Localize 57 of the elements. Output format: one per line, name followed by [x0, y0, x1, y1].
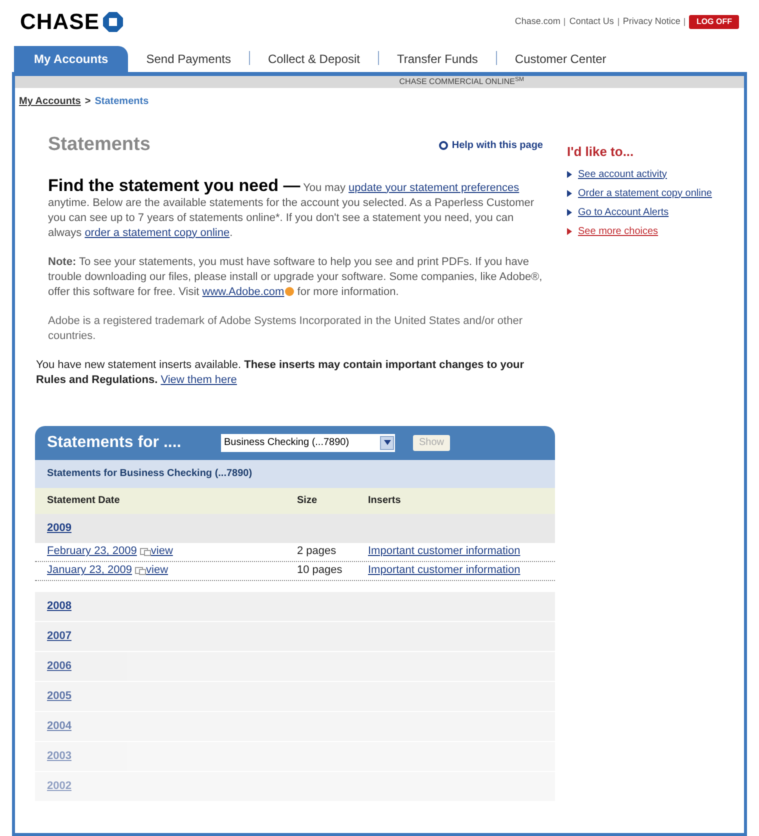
intro-paragraph: Find the statement you need — You may update your statement preferences anytime. Below are the available statements for the account you selected. As a Paperless Customer you can see up to 7 years of statements online*. If you don't see a statement you need, you can always order a statement copy online. [48, 178, 536, 240]
header-link[interactable]: Contact Us [569, 14, 614, 28]
sidebar-title: I'd like to... [567, 143, 635, 161]
nav-tab[interactable]: Collect & Deposit [250, 46, 378, 72]
octagon-logo-icon [102, 12, 123, 32]
year-link[interactable]: 2005 [47, 688, 72, 704]
document-icon [135, 566, 146, 574]
nav-tab[interactable]: My Accounts [14, 46, 128, 72]
breadcrumb-link[interactable]: My Accounts [19, 94, 81, 109]
breadcrumb-current: Statements [94, 95, 149, 109]
text-link[interactable]: update your statement preferences [348, 182, 520, 194]
arrow-icon [567, 190, 572, 196]
year-link[interactable]: 2006 [47, 658, 72, 674]
inserts-link[interactable]: Important customer information [368, 543, 520, 560]
sidebar-link[interactable]: Go to Account Alerts [578, 204, 669, 220]
arrow-icon [567, 228, 572, 234]
column-header: Size [297, 494, 318, 508]
text-link[interactable]: order a statement copy online [84, 226, 230, 238]
page-title: Statements [48, 133, 150, 157]
view-link[interactable]: view [150, 543, 173, 560]
view-link[interactable]: view [146, 562, 168, 579]
sidebar-link[interactable]: See account activity [578, 166, 667, 182]
sidebar-link[interactable]: See more choices [578, 224, 658, 238]
logoff-button[interactable]: LOG OFF [689, 14, 739, 28]
column-header: Statement Date [47, 494, 121, 508]
year-link[interactable]: 2009 [47, 520, 72, 536]
panel-subtitle: Statements for Business Checking (...7890) [47, 467, 252, 481]
text-link[interactable]: www.Adobe.com [202, 286, 284, 298]
header-link[interactable]: Privacy Notice [622, 14, 680, 28]
breadcrumb-separator: > [84, 95, 91, 109]
column-header: Inserts [368, 494, 401, 508]
statement-date-link[interactable]: February 23, 2009 [47, 543, 137, 560]
header-link[interactable]: Chase.com [514, 14, 560, 28]
view-inserts-link[interactable]: View them here [160, 374, 237, 386]
help-link[interactable]: Help with this page [438, 138, 547, 153]
account-select[interactable]: Business Checking (...7890) [221, 434, 395, 452]
year-link[interactable]: 2007 [47, 628, 72, 644]
panel-title: Statements for .... [47, 432, 182, 452]
year-link[interactable]: 2008 [47, 598, 72, 614]
external-link-icon [285, 287, 294, 296]
logo-wordmark: CHASE [20, 8, 100, 36]
trademark-text: Adobe is a registered trademark of Adobe Systems Incorporated in the United States and/or other countries. [48, 314, 524, 344]
section-heading: Find the statement you need — [48, 176, 300, 194]
arrow-icon [567, 208, 572, 216]
sidebar-link[interactable]: Order a statement copy online [578, 186, 712, 200]
nav-tab[interactable]: Send Payments [128, 46, 249, 72]
banner-text: CHASE COMMERCIAL ONLINE$^{SM}$ [399, 76, 524, 88]
inserts-notice: You have new statement inserts available. These inserts may contain important changes to your Rules and Regulations. View them here [36, 358, 526, 388]
table-cell-text: 2 pages [297, 544, 338, 560]
nav-tab[interactable]: Customer Center [496, 46, 624, 72]
statement-date-link[interactable]: January 23, 2009 [47, 562, 132, 579]
inserts-link[interactable]: Important customer information [368, 562, 520, 579]
nav-tab[interactable]: Transfer Funds [379, 46, 496, 72]
table-cell-text: 10 pages [297, 563, 344, 578]
document-icon [140, 548, 151, 556]
note-paragraph: Note: To see your statements, you must have software to help you see and print PDFs. If you have trouble downloading our files, please install or upgrade your software. Some companies, like Adobe®, offer this software for free. Visit www.Adobe.com for more information. [48, 254, 544, 300]
arrow-icon [567, 170, 572, 178]
